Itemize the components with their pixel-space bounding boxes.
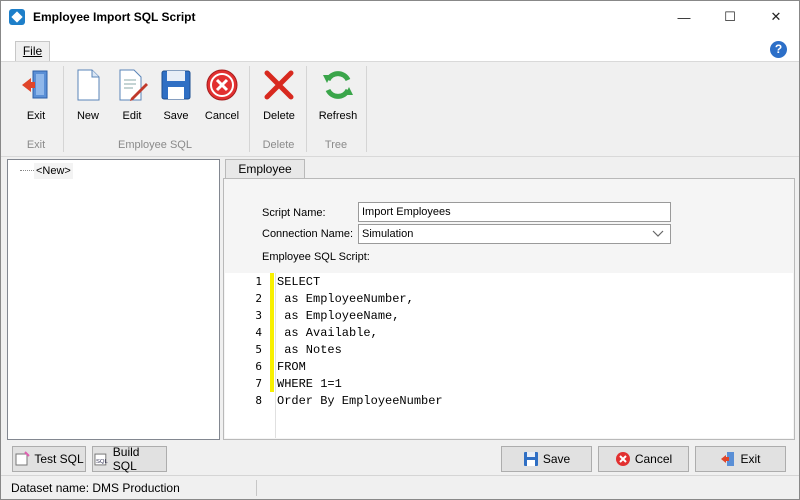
- window-controls: — ☐ ✕: [661, 1, 799, 33]
- ribbon-separator: [366, 66, 367, 152]
- employee-sql-panel: Employee SQL Script Name: Import Employe…: [223, 159, 795, 440]
- ribbon-group-delete: Delete: [262, 139, 295, 151]
- code-line: SELECT: [277, 275, 321, 289]
- code-line: as EmployeeName,: [277, 309, 400, 323]
- modified-line-marker: [270, 290, 274, 307]
- cancel-circle-icon: [206, 69, 238, 101]
- delete-x-icon: [264, 70, 294, 100]
- ribbon-save-label: Save: [163, 110, 189, 122]
- exit-door-icon: [22, 70, 48, 99]
- build-sql-icon: SQL: [94, 453, 109, 466]
- ribbon-edit-label: Edit: [122, 110, 142, 122]
- file-menu-tab[interactable]: File: [15, 41, 50, 62]
- status-bar: Dataset name: DMS Production: [1, 475, 799, 499]
- ribbon-refresh-label: Refresh: [318, 110, 358, 122]
- ribbon-group-tree: Tree: [324, 139, 348, 151]
- ribbon-group-exit: Exit: [26, 139, 46, 151]
- editor-margin-line: [275, 273, 276, 438]
- employee-sql-script-label: Employee SQL Script:: [262, 251, 370, 263]
- exit-button[interactable]: Exit: [695, 446, 786, 472]
- modified-line-marker: [270, 273, 274, 290]
- close-button[interactable]: ✕: [753, 1, 799, 33]
- modified-line-marker: [270, 324, 274, 341]
- app-icon: [9, 9, 25, 25]
- test-sql-label: Test SQL: [34, 452, 84, 466]
- menu-bar: File ?: [1, 33, 799, 62]
- connection-name-select[interactable]: Simulation: [358, 224, 671, 244]
- line-number: 2: [255, 292, 262, 305]
- code-line: as Available,: [277, 326, 378, 340]
- ribbon-refresh-button[interactable]: Refresh: [314, 66, 362, 126]
- ribbon-cancel-button[interactable]: Cancel: [198, 66, 246, 126]
- tree-item-new[interactable]: <New>: [34, 163, 73, 179]
- code-line: as EmployeeNumber,: [277, 292, 414, 306]
- ribbon-group-employee-sql: Employee SQL: [118, 139, 192, 151]
- ribbon-new-button[interactable]: New: [64, 66, 112, 126]
- exit-icon: [721, 452, 735, 466]
- test-sql-icon: [15, 451, 31, 466]
- tree-connector: [20, 170, 34, 171]
- ribbon-edit-button[interactable]: Edit: [108, 66, 156, 126]
- new-document-icon: [77, 69, 100, 101]
- ribbon-cancel-label: Cancel: [204, 110, 240, 122]
- svg-text:SQL: SQL: [96, 459, 109, 465]
- script-name-field[interactable]: Import Employees: [358, 202, 671, 222]
- employee-sql-form: Script Name: Import Employees Connection…: [223, 178, 795, 440]
- build-sql-button[interactable]: SQL Build SQL: [92, 445, 167, 473]
- connection-name-value: Simulation: [362, 228, 414, 240]
- maximize-button[interactable]: ☐: [707, 1, 753, 33]
- floppy-disk-icon: [161, 70, 191, 100]
- save-button[interactable]: Save: [501, 446, 592, 472]
- edit-document-icon: [119, 69, 148, 101]
- ribbon-exit-label: Exit: [26, 110, 46, 122]
- exit-label: Exit: [740, 452, 761, 466]
- test-sql-button[interactable]: Test SQL: [12, 446, 86, 472]
- line-number: 7: [255, 377, 262, 390]
- minimize-button[interactable]: —: [661, 1, 707, 33]
- code-line: Order By EmployeeNumber: [277, 394, 443, 408]
- line-number: 4: [255, 326, 262, 339]
- sql-editor[interactable]: 1 2 3 4 5 6 7 8 SELECT as EmployeeNumber…: [225, 273, 793, 438]
- help-icon[interactable]: ?: [770, 41, 787, 58]
- cancel-button[interactable]: Cancel: [598, 446, 689, 472]
- ribbon-exit-button[interactable]: Exit: [12, 66, 60, 126]
- code-line: as Notes: [277, 343, 342, 357]
- dataset-name-status: Dataset name: DMS Production: [11, 481, 180, 495]
- file-menu-label: File: [22, 44, 43, 58]
- line-number: 1: [255, 275, 262, 288]
- chevron-down-icon: [652, 225, 664, 249]
- status-separator: [256, 480, 257, 496]
- ribbon-save-button[interactable]: Save: [152, 66, 200, 126]
- modified-line-marker: [270, 341, 274, 358]
- script-name-label: Script Name:: [262, 207, 326, 219]
- refresh-arrows-icon: [323, 71, 353, 99]
- window-title: Employee Import SQL Script: [33, 10, 196, 24]
- tab-employee-sql[interactable]: Employee SQL: [225, 159, 305, 195]
- build-sql-label: Build SQL: [112, 445, 140, 473]
- app-window: Employee Import SQL Script — ☐ ✕ File ? …: [0, 0, 800, 500]
- ribbon-separator: [249, 66, 250, 152]
- title-bar: Employee Import SQL Script — ☐ ✕: [1, 1, 799, 33]
- save-icon: [523, 452, 538, 466]
- code-line: FROM: [277, 360, 306, 374]
- save-label: Save: [542, 452, 571, 466]
- line-number-gutter: 1 2 3 4 5 6 7 8: [225, 273, 269, 438]
- modified-line-marker: [270, 307, 274, 324]
- ribbon-toolbar: Exit Exit New Edit Save Cancel Employee …: [1, 61, 799, 157]
- code-line: WHERE 1=1: [277, 377, 342, 391]
- ribbon-delete-button[interactable]: Delete: [255, 66, 303, 126]
- script-tree[interactable]: <New>: [7, 159, 220, 440]
- ribbon-delete-label: Delete: [263, 110, 295, 122]
- line-number: 6: [255, 360, 262, 373]
- cancel-icon: [615, 452, 630, 466]
- connection-name-label: Connection Name:: [262, 228, 354, 240]
- line-number: 5: [255, 343, 262, 356]
- modified-line-marker: [270, 358, 274, 375]
- modified-line-marker: [270, 375, 274, 392]
- line-number: 3: [255, 309, 262, 322]
- line-number: 8: [255, 394, 262, 407]
- ribbon-new-label: New: [76, 110, 99, 122]
- cancel-label: Cancel: [634, 452, 673, 466]
